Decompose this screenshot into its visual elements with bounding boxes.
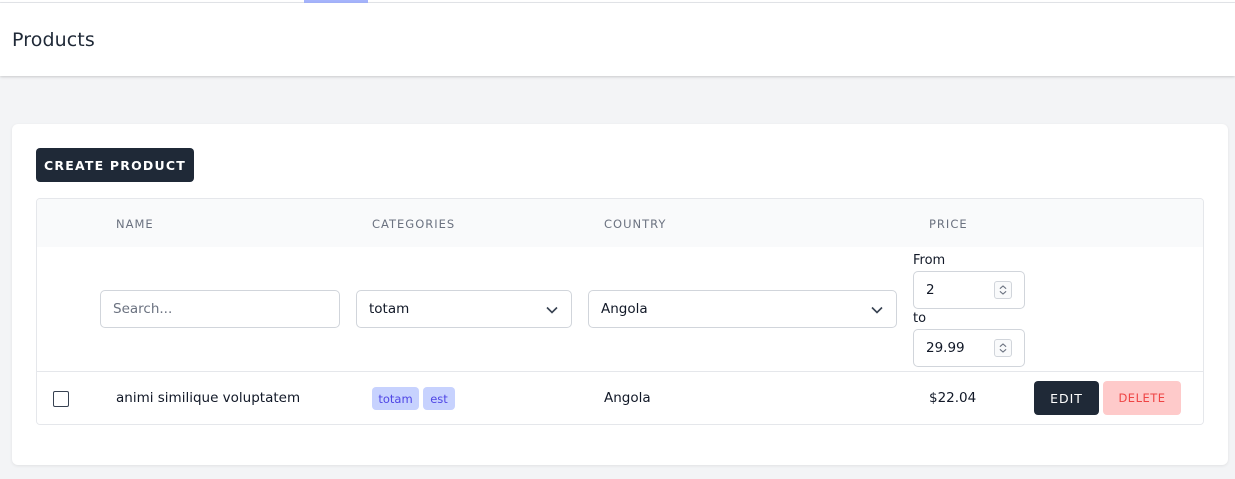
chevron-down-icon xyxy=(546,306,558,314)
price-from-input[interactable]: 2 xyxy=(913,271,1025,309)
price-to-input[interactable]: 29.99 xyxy=(913,329,1025,367)
price-to-label: to xyxy=(913,311,927,326)
column-header-country: COUNTRY xyxy=(604,217,667,231)
edit-button[interactable]: EDIT xyxy=(1034,381,1099,415)
filter-row: Search... totam Angola From 2 to 29.99 xyxy=(37,247,1203,372)
column-header-categories: CATEGORIES xyxy=(372,217,456,231)
products-table: NAME CATEGORIES COUNTRY PRICE Search... … xyxy=(36,198,1204,425)
column-header-price: PRICE xyxy=(929,217,968,231)
table-row: animi similique voluptatem totam est Ang… xyxy=(37,372,1203,424)
row-select-checkbox[interactable] xyxy=(53,391,69,407)
search-input[interactable]: Search... xyxy=(100,290,340,328)
category-select-value: totam xyxy=(369,301,410,317)
product-country: Angola xyxy=(604,390,651,406)
column-header-name: NAME xyxy=(116,217,154,231)
spinner-arrows-icon[interactable] xyxy=(994,281,1012,299)
country-select[interactable]: Angola xyxy=(588,290,897,328)
delete-button[interactable]: DELETE xyxy=(1103,381,1181,415)
category-tag: est xyxy=(423,387,455,410)
category-select[interactable]: totam xyxy=(356,290,572,328)
spinner-arrows-icon[interactable] xyxy=(994,339,1012,357)
price-from-label: From xyxy=(913,253,946,268)
create-product-button[interactable]: CREATE PRODUCT xyxy=(36,148,194,182)
product-price: $22.04 xyxy=(929,390,977,406)
product-name: animi similique voluptatem xyxy=(116,390,301,406)
country-select-value: Angola xyxy=(601,301,648,317)
page-title: Products xyxy=(12,29,95,51)
category-tag: totam xyxy=(372,387,419,410)
price-from-value: 2 xyxy=(926,282,935,298)
products-card: CREATE PRODUCT NAME CATEGORIES COUNTRY P… xyxy=(12,124,1228,465)
page-header: Products xyxy=(0,3,1235,76)
chevron-down-icon xyxy=(871,306,883,314)
price-to-value: 29.99 xyxy=(926,340,965,356)
table-header: NAME CATEGORIES COUNTRY PRICE xyxy=(37,199,1203,247)
